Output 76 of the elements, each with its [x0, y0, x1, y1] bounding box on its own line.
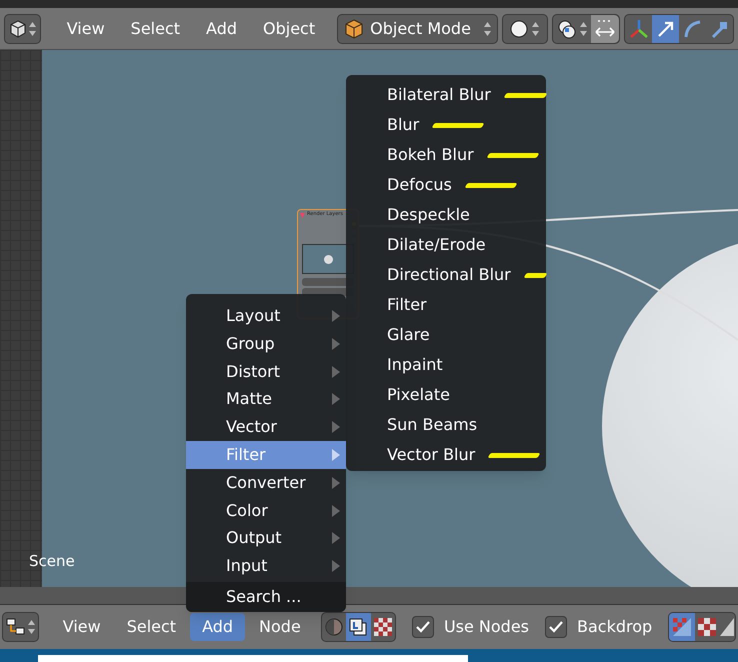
- checkbox-label: Backdrop: [577, 616, 652, 638]
- menu-item[interactable]: Sun Beams: [387, 413, 478, 437]
- menu-item[interactable]: Defocus: [387, 173, 452, 197]
- menu-item[interactable]: View: [54, 14, 117, 44]
- axes-icon: [628, 18, 650, 40]
- menu-item[interactable]: View: [50, 613, 113, 641]
- submenu-arrow-icon: [332, 310, 340, 322]
- menu-item[interactable]: Select: [118, 14, 192, 44]
- checker-icon: [374, 618, 392, 636]
- triangle-icon: [720, 618, 734, 636]
- double-arrow-icon: [594, 18, 616, 38]
- snap-button[interactable]: [591, 14, 620, 42]
- submenu-arrow-icon: [332, 366, 340, 378]
- menu-item[interactable]: Layout: [186, 302, 346, 330]
- menu-item[interactable]: Distort: [186, 358, 346, 386]
- submenu-arrow-icon: [332, 448, 340, 461]
- menu-item[interactable]: Add: [194, 14, 250, 44]
- menu-item[interactable]: Group: [186, 330, 346, 358]
- menu-item[interactable]: Filter: [387, 293, 427, 317]
- up-down-arrows-icon: [580, 22, 588, 36]
- sphere-icon: [324, 618, 343, 636]
- menu-item[interactable]: Despeckle: [387, 203, 470, 227]
- scene-label: Scene: [29, 551, 75, 572]
- menu-item[interactable]: Output: [186, 524, 346, 552]
- menu-item[interactable]: Pixelate: [387, 383, 450, 407]
- up-down-arrows-icon: [28, 22, 36, 36]
- checkbox[interactable]: [412, 616, 434, 638]
- submenu-arrow-icon: [332, 338, 340, 350]
- menu-item[interactable]: Input: [186, 552, 346, 580]
- submenu-arrow-icon: [332, 504, 340, 517]
- menu-item[interactable]: Glare: [387, 323, 430, 347]
- circles-icon: [557, 18, 578, 38]
- cube-icon: [344, 18, 364, 38]
- translate-button[interactable]: [652, 14, 680, 42]
- menu-item[interactable]: Converter: [186, 468, 346, 497]
- up-down-arrows-icon: [532, 22, 540, 36]
- menu-item[interactable]: Matte: [186, 385, 346, 414]
- menu-item[interactable]: Color: [186, 496, 346, 524]
- menu-item[interactable]: Bilateral Blur: [387, 83, 491, 107]
- cube-icon: [8, 20, 27, 38]
- up-down-arrows-icon: [28, 620, 35, 634]
- mode-label: Object Mode: [370, 18, 472, 40]
- checker-icon: [672, 618, 691, 636]
- menu-item[interactable]: Add: [190, 613, 246, 641]
- checkmark-icon: [416, 621, 430, 633]
- compositing-nodes-button[interactable]: [346, 613, 372, 641]
- menu-item[interactable]: Object: [251, 14, 328, 44]
- menu-item[interactable]: Node: [247, 613, 313, 641]
- submenu-arrow-icon: [332, 421, 340, 434]
- search-menu-item[interactable]: Search ...: [186, 582, 346, 612]
- collapse-icon: [300, 212, 305, 218]
- mode-dropdown[interactable]: Object Mode: [337, 14, 498, 44]
- editor-type-button[interactable]: [4, 14, 41, 44]
- menu-item[interactable]: Inpaint: [387, 353, 443, 377]
- checkbox-label: Use Nodes: [444, 616, 530, 638]
- menu-item[interactable]: Dilate/Erode: [387, 233, 486, 257]
- shading-dropdown[interactable]: [502, 14, 548, 44]
- menu-item[interactable]: Bokeh Blur: [387, 143, 474, 167]
- checkmark-icon: [549, 621, 564, 633]
- arc-icon: [682, 18, 703, 38]
- layers-icon: [348, 617, 368, 637]
- menu-item[interactable]: Directional Blur: [387, 263, 511, 287]
- checkbox[interactable]: [545, 616, 568, 638]
- node-tree-icon: [6, 618, 26, 636]
- submenu-arrow-icon: [332, 560, 340, 572]
- editor-type-button[interactable]: [2, 612, 39, 642]
- menu-item[interactable]: Vector: [186, 413, 346, 442]
- menu-item[interactable]: Select: [114, 613, 188, 641]
- menu-item[interactable]: Vector Blur: [387, 443, 476, 467]
- checker-icon: [698, 618, 716, 636]
- sphere-icon: [510, 20, 528, 38]
- submenu-arrow-icon: [332, 393, 340, 406]
- submenu-arrow-icon: [332, 532, 340, 544]
- up-down-arrows-icon: [484, 22, 491, 36]
- submenu-arrow-icon: [332, 476, 340, 489]
- menu-item[interactable]: Blur: [387, 113, 420, 137]
